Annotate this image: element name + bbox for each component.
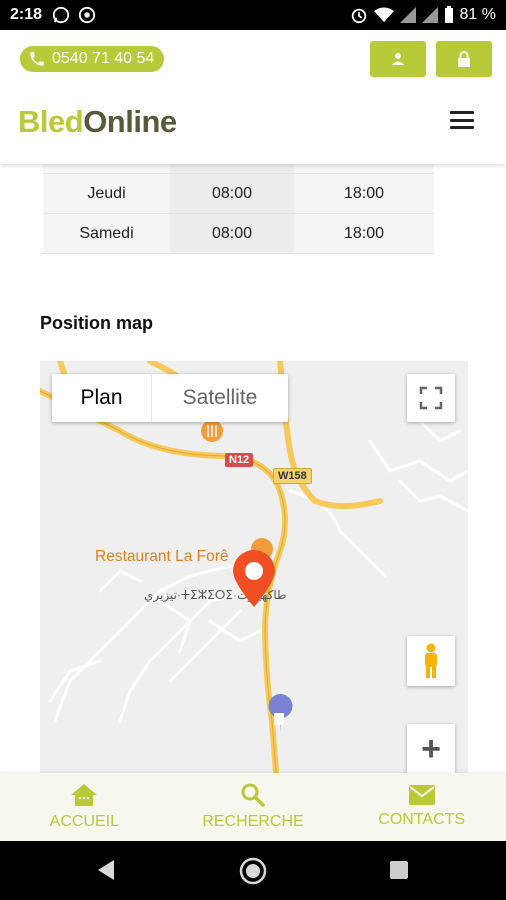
restaurant-map-label: Restaurant La Forê — [95, 548, 229, 565]
logo-online: Online — [83, 104, 177, 139]
status-bar: 2:18 81 % — [0, 0, 506, 30]
nav-label: CONTACTS — [378, 811, 466, 828]
fullscreen-button[interactable] — [407, 374, 455, 422]
position-map-title: Position map — [40, 313, 154, 333]
table-row: Jeudi 08:00 18:00 — [43, 174, 434, 214]
signal-icon — [399, 7, 416, 23]
menu-bar — [450, 118, 474, 122]
nav-label: ACCUEIL — [49, 813, 120, 830]
site-logo[interactable]: BledOnline — [18, 104, 177, 140]
account-button[interactable] — [370, 41, 426, 77]
map-type-control: Plan Satellite — [52, 374, 288, 422]
street-view-button[interactable] — [407, 636, 455, 686]
nav-contacts[interactable]: CONTACTS — [337, 773, 506, 841]
home-icon — [71, 784, 98, 806]
phone-number: 0540 71 40 54 — [52, 50, 155, 67]
whatsapp-icon — [52, 6, 70, 24]
road-label-n12: N12 — [225, 453, 254, 467]
menu-button[interactable] — [450, 111, 474, 129]
wifi-icon — [373, 7, 394, 22]
menu-bar — [450, 126, 474, 129]
close-time-cell: 18:00 — [294, 174, 434, 213]
notification-icon — [78, 6, 96, 24]
recents-icon[interactable] — [390, 861, 408, 879]
android-navigation-bar — [0, 841, 506, 900]
location-pin-icon[interactable] — [231, 549, 277, 607]
status-right: 81 % — [350, 6, 496, 24]
zoom-in-label: + — [421, 730, 441, 768]
open-time-cell: 08:00 — [170, 214, 294, 253]
map-view[interactable]: Plan Satellite N12 W158 Restaurant La Fo… — [40, 361, 468, 773]
opening-hours-table: Jeudi 08:00 18:00 Samedi 08:00 18:00 — [43, 164, 434, 254]
day-cell: Jeudi — [43, 174, 170, 213]
phone-link[interactable]: 0540 71 40 54 — [20, 46, 165, 72]
search-icon — [241, 783, 265, 807]
alarm-icon — [351, 8, 366, 24]
zoom-in-button[interactable]: + — [407, 724, 455, 773]
pegman-icon — [425, 643, 437, 678]
nav-recherche[interactable]: RECHERCHE — [169, 773, 338, 841]
menu-bar — [450, 111, 474, 114]
lock-icon — [458, 51, 470, 67]
site-header: 0540 71 40 54 BledOnline — [0, 30, 506, 164]
map-type-plan-button[interactable]: Plan — [52, 374, 152, 422]
login-button[interactable] — [436, 41, 492, 77]
map-type-satellite-button[interactable]: Satellite — [152, 374, 288, 422]
nav-label: RECHERCHE — [202, 813, 304, 830]
screen: 2:18 81 % 0540 71 40 54 BledOnline Jeudi… — [0, 0, 506, 900]
back-icon[interactable] — [96, 859, 116, 881]
signal-icon-2 — [421, 7, 438, 23]
close-time-cell: 18:00 — [294, 214, 434, 253]
fullscreen-icon — [419, 386, 443, 410]
day-cell: Samedi — [43, 214, 170, 253]
table-row: Samedi 08:00 18:00 — [43, 214, 434, 254]
user-icon — [392, 53, 404, 65]
battery-icon — [444, 6, 453, 23]
status-time: 2:18 — [10, 6, 43, 23]
road-label-w158: W158 — [273, 468, 312, 484]
phone-icon — [30, 52, 44, 66]
logo-bled: Bled — [18, 104, 84, 139]
nav-accueil[interactable]: ACCUEIL — [0, 773, 169, 841]
home-button-icon[interactable] — [239, 857, 267, 885]
open-time-cell: 08:00 — [170, 174, 294, 213]
table-row — [43, 164, 434, 174]
battery-percent: 81 % — [459, 6, 496, 23]
bottom-navigation: ACCUEIL RECHERCHE CONTACTS — [0, 773, 506, 841]
mail-icon — [408, 785, 435, 805]
